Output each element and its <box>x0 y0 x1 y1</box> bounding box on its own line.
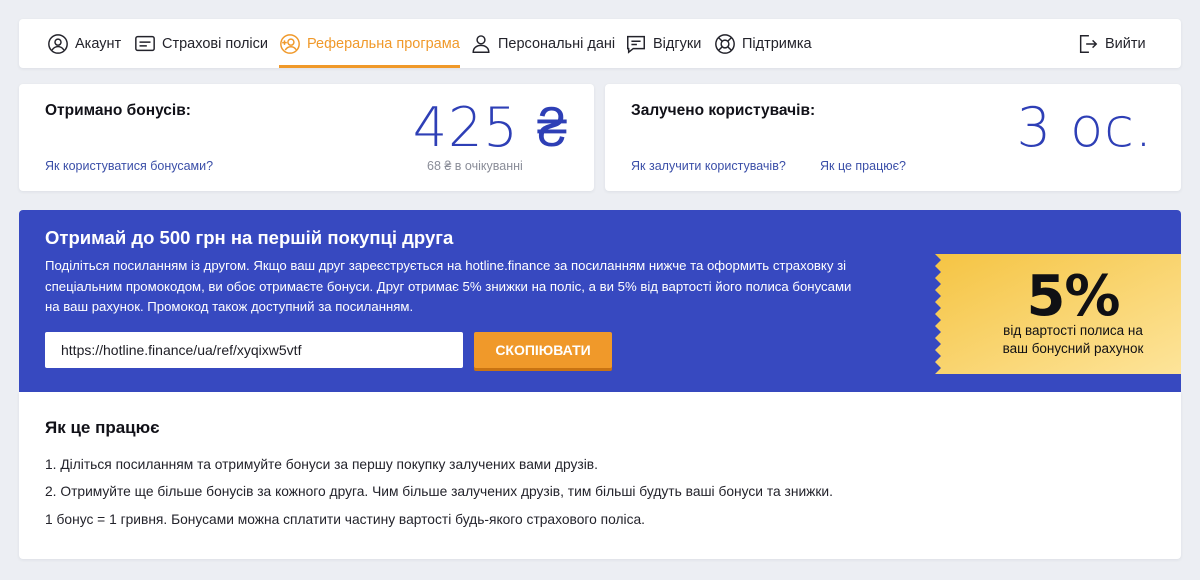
referral-link-input[interactable] <box>45 332 463 368</box>
account-icon <box>48 33 68 54</box>
reviews-icon <box>627 35 645 54</box>
support-icon <box>715 33 735 54</box>
referral-icon <box>280 33 300 54</box>
nav-item-label: Підтримка <box>742 35 812 52</box>
logout-button[interactable]: Вийти <box>1077 19 1146 68</box>
nav-item-policies[interactable]: Страхові поліси <box>134 19 268 68</box>
how-it-works-link[interactable]: Як це працює? <box>820 159 906 173</box>
how-it-works-title: Як це працює <box>45 418 160 437</box>
ticket-caption: від вартості полиса на ваш бонусний раху… <box>965 322 1181 358</box>
nav-item-support[interactable]: Підтримка <box>714 19 812 68</box>
referrals-title: Залучено користувачів: <box>631 102 816 119</box>
ticket-caption-line: від вартості полиса на <box>1003 323 1143 338</box>
bonuses-pending: 68 ₴ в очікуванні <box>427 159 523 173</box>
ticket-caption-line: ваш бонусний рахунок <box>1002 341 1144 356</box>
nav-item-referral[interactable]: Реферальна програма <box>279 19 460 68</box>
how-it-works-section: Як це працює 1. Діліться посиланням та о… <box>19 392 1181 559</box>
policies-icon <box>135 35 155 51</box>
referrals-value: 3 ос. <box>1016 96 1153 159</box>
referrals-card: Залучено користувачів: 3 ос. Як залучити… <box>605 84 1181 191</box>
bonuses-card: Отримано бонусів: 425 ₴ Як користуватися… <box>19 84 594 191</box>
bonuses-help-link[interactable]: Як користуватися бонусами? <box>45 159 213 173</box>
nav-item-personal-data[interactable]: Персональні дані <box>470 19 615 68</box>
nav-item-label: Відгуки <box>653 35 702 52</box>
how-it-works-line: 2. Отримуйте ще більше бонусів за кожног… <box>45 484 833 499</box>
invite-users-link[interactable]: Як залучити користувачів? <box>631 159 786 173</box>
copy-button[interactable]: СКОПІЮВАТИ <box>474 332 612 368</box>
ticket-percent: 5% <box>1026 264 1120 329</box>
nav-item-account[interactable]: Акаунт <box>47 19 121 68</box>
nav-item-label: Реферальна програма <box>307 35 460 52</box>
promo-banner: Отримай до 500 грн на першій покупці дру… <box>19 210 1181 392</box>
promo-title: Отримай до 500 грн на першій покупці дру… <box>45 227 454 248</box>
how-it-works-line: 1 бонус = 1 гривня. Бонусами можна сплат… <box>45 512 645 527</box>
person-icon <box>472 34 490 53</box>
nav-item-label: Страхові поліси <box>162 35 268 52</box>
nav-item-label: Персональні дані <box>498 35 616 52</box>
logout-icon <box>1079 34 1098 53</box>
promo-description: Поділіться посиланням із другом. Якщо ва… <box>45 258 852 314</box>
logout-label: Вийти <box>1105 35 1146 52</box>
bonuses-value: 425 ₴ <box>412 96 568 159</box>
nav-item-label: Акаунт <box>75 35 122 52</box>
bonuses-title: Отримано бонусів: <box>45 102 191 119</box>
top-navigation: Акаунт Страхові поліси Реферальна програ… <box>19 19 1181 68</box>
nav-item-reviews[interactable]: Відгуки <box>625 19 701 68</box>
bonus-ticket: 5% від вартості полиса на ваш бонусний р… <box>935 254 1181 374</box>
how-it-works-line: 1. Діліться посиланням та отримуйте бону… <box>45 457 598 472</box>
